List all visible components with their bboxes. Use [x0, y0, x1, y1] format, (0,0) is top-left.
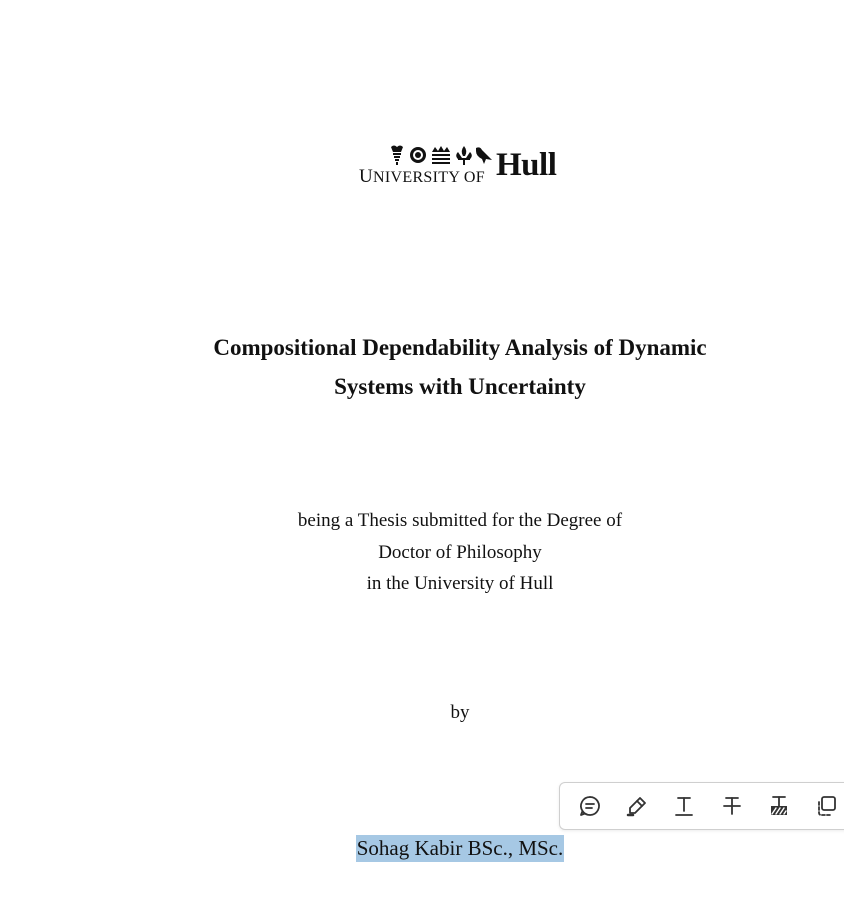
- pdf-page: UNIVERSITY OF Hull Compositional Dependa…: [0, 0, 844, 899]
- annotation-toolbar: [559, 782, 844, 830]
- rose-icon: [410, 147, 426, 163]
- submission-statement: being a Thesis submitted for the Degree …: [160, 505, 760, 600]
- squiggly-button[interactable]: [763, 789, 794, 823]
- crown-icon: [432, 146, 450, 164]
- submission-line-1: being a Thesis submitted for the Degree …: [297, 510, 623, 531]
- lily-icon: [391, 145, 403, 165]
- squiggly-icon: [770, 796, 787, 815]
- strikethrough-button[interactable]: [716, 789, 747, 823]
- author-name-selected[interactable]: Sohag Kabir BSc., MSc.: [355, 835, 565, 862]
- underline-button[interactable]: [669, 789, 700, 823]
- strikethrough-icon: [722, 797, 741, 815]
- bird-icon: [476, 147, 492, 164]
- author-line: Sohag Kabir BSc., MSc.: [160, 835, 760, 862]
- thesis-title-line-1: Compositional Dependability Analysis of …: [213, 335, 707, 360]
- thesis-title-line-2: Systems with Uncertainty: [334, 374, 586, 399]
- logo-hull: Hull: [496, 147, 557, 183]
- comment-button[interactable]: [574, 789, 605, 823]
- by-label: by: [450, 702, 470, 723]
- highlight-pen-icon: [626, 797, 646, 817]
- underline-text-icon: [675, 797, 694, 816]
- university-logo: UNIVERSITY OF Hull: [358, 144, 564, 187]
- highlight-button[interactable]: [621, 789, 652, 823]
- fleur-de-lis-icon: [456, 146, 472, 165]
- submission-line-3: in the University of Hull: [366, 573, 554, 594]
- thesis-title: Compositional Dependability Analysis of …: [160, 328, 760, 406]
- logo-university-of: UNIVERSITY OF: [359, 166, 485, 187]
- heraldic-icons: [391, 145, 492, 165]
- submission-line-2: Doctor of Philosophy: [378, 541, 542, 563]
- copy-button[interactable]: [811, 789, 842, 823]
- copy-icon: [818, 796, 837, 816]
- comment-icon: [579, 796, 600, 816]
